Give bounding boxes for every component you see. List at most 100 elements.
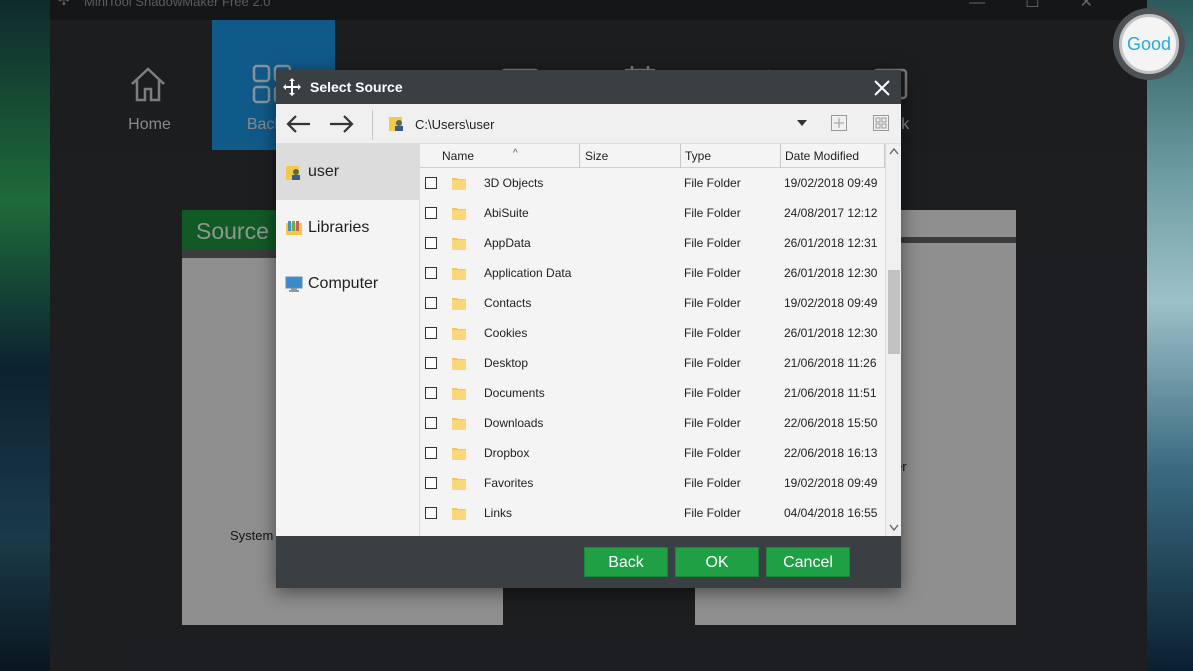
row-type: File Folder (684, 476, 741, 490)
dialog-toolbar: C:\Users\user (276, 104, 901, 144)
row-checkbox[interactable] (425, 177, 437, 189)
row-date: 21/06/2018 11:51 (784, 386, 877, 400)
select-source-dialog: Select Source C:\Users\user user Librari… (276, 70, 901, 588)
sort-ascending-icon: ^ (513, 148, 518, 159)
row-name: 3D Objects (484, 176, 544, 190)
column-header-date[interactable]: Date Modified (781, 144, 885, 168)
row-type: File Folder (684, 506, 741, 520)
row-checkbox[interactable] (425, 207, 437, 219)
file-list: Name ^ Size Type Date Modified 3D Object… (420, 144, 901, 536)
status-badge[interactable]: Good (1113, 8, 1185, 80)
row-checkbox[interactable] (425, 507, 437, 519)
table-row[interactable]: Desktop File Folder 21/06/2018 11:26 (420, 348, 885, 378)
folder-icon (452, 238, 466, 250)
row-date: 19/02/2018 09:49 (784, 476, 878, 490)
toolbar-divider (372, 110, 373, 140)
row-checkbox[interactable] (425, 387, 437, 399)
desktop-wallpaper-left (0, 0, 50, 671)
row-name: Dropbox (484, 446, 530, 460)
table-row[interactable]: 3D Objects File Folder 19/02/2018 09:49 (420, 168, 885, 198)
scroll-up-icon[interactable] (889, 147, 899, 155)
desktop-wallpaper-right (1147, 0, 1193, 671)
row-type: File Folder (684, 296, 741, 310)
sidebar-item-label: Computer (308, 275, 379, 292)
row-date: 26/01/2018 12:30 (784, 326, 878, 340)
path-field[interactable]: C:\Users\user (415, 117, 494, 132)
table-row[interactable]: Favorites File Folder 19/02/2018 09:49 (420, 468, 885, 498)
row-name: Cookies (484, 326, 528, 340)
row-type: File Folder (684, 326, 741, 340)
computer-icon (285, 276, 303, 292)
row-name: Desktop (484, 356, 529, 370)
row-type: File Folder (684, 266, 741, 280)
row-name: Links (484, 506, 513, 520)
row-checkbox[interactable] (425, 417, 437, 429)
column-header-type[interactable]: Type (681, 144, 781, 168)
user-folder-icon (286, 166, 300, 180)
cancel-button[interactable]: Cancel (766, 547, 850, 577)
dialog-sidebar: user Libraries Computer (276, 144, 420, 536)
table-row[interactable]: AbiSuite File Folder 24/08/2017 12:12 (420, 198, 885, 228)
row-date: 24/08/2017 12:12 (784, 206, 878, 220)
row-type: File Folder (684, 386, 741, 400)
row-checkbox[interactable] (425, 267, 437, 279)
row-date: 26/01/2018 12:30 (784, 266, 878, 280)
close-icon[interactable] (873, 79, 891, 97)
folder-icon (452, 298, 466, 310)
row-checkbox[interactable] (425, 447, 437, 459)
row-type: File Folder (684, 206, 741, 220)
table-row[interactable]: AppData File Folder 26/01/2018 12:31 (420, 228, 885, 258)
row-checkbox[interactable] (425, 327, 437, 339)
sidebar-item-label: Libraries (308, 219, 370, 236)
row-name: AbiSuite (484, 206, 529, 220)
sidebar-item-label: user (308, 163, 340, 180)
file-list-header: Name ^ Size Type Date Modified (420, 144, 885, 168)
row-checkbox[interactable] (425, 357, 437, 369)
table-row[interactable]: Cookies File Folder 26/01/2018 12:30 (420, 318, 885, 348)
column-header-size[interactable]: Size (581, 144, 681, 168)
sidebar-item-computer[interactable]: Computer (276, 256, 420, 312)
folder-icon (452, 508, 466, 520)
row-type: File Folder (684, 356, 741, 370)
column-name-label: Name (442, 149, 475, 163)
view-toggle-icon[interactable] (872, 114, 890, 132)
row-date: 21/06/2018 11:26 (784, 356, 877, 370)
sidebar-item-libraries[interactable]: Libraries (276, 200, 420, 256)
row-name: Contacts (484, 296, 532, 310)
row-checkbox[interactable] (425, 477, 437, 489)
scrollbar-thumb[interactable] (888, 270, 900, 354)
row-type: File Folder (684, 416, 741, 430)
row-date: 26/01/2018 12:31 (784, 236, 878, 250)
folder-icon (452, 328, 466, 340)
row-name: AppData (484, 236, 531, 250)
table-row[interactable]: Downloads File Folder 22/06/2018 15:50 (420, 408, 885, 438)
table-row[interactable]: Documents File Folder 21/06/2018 11:51 (420, 378, 885, 408)
table-row[interactable]: Application Data File Folder 26/01/2018 12… (420, 258, 885, 288)
table-row[interactable]: Contacts File Folder 19/02/2018 09:49 (420, 288, 885, 318)
dialog-footer: Back OK Cancel (276, 536, 901, 588)
row-date: 22/06/2018 15:50 (784, 416, 878, 430)
folder-icon (452, 208, 466, 220)
row-checkbox[interactable] (425, 237, 437, 249)
table-row[interactable]: Dropbox File Folder 22/06/2018 16:13 (420, 438, 885, 468)
dialog-titlebar[interactable]: Select Source (276, 70, 901, 104)
row-checkbox[interactable] (425, 297, 437, 309)
row-type: File Folder (684, 236, 741, 250)
ok-button[interactable]: OK (675, 547, 759, 577)
dialog-title: Select Source (310, 79, 403, 95)
new-folder-icon[interactable] (830, 114, 848, 132)
back-arrow-icon[interactable] (284, 112, 312, 136)
scroll-down-icon[interactable] (889, 524, 899, 532)
row-name: Favorites (484, 476, 534, 490)
sidebar-item-user[interactable]: user (276, 144, 420, 200)
folder-icon (452, 358, 466, 370)
row-date: 04/04/2018 16:55 (784, 506, 878, 520)
table-row[interactable]: Links File Folder 04/04/2018 16:55 (420, 498, 885, 528)
back-button[interactable]: Back (584, 547, 668, 577)
column-header-name[interactable]: Name ^ (438, 144, 580, 168)
forward-arrow-icon[interactable] (328, 112, 356, 136)
row-type: File Folder (684, 446, 741, 460)
vertical-scrollbar[interactable] (885, 144, 901, 536)
folder-icon (452, 388, 466, 400)
chevron-down-icon[interactable] (795, 118, 809, 128)
